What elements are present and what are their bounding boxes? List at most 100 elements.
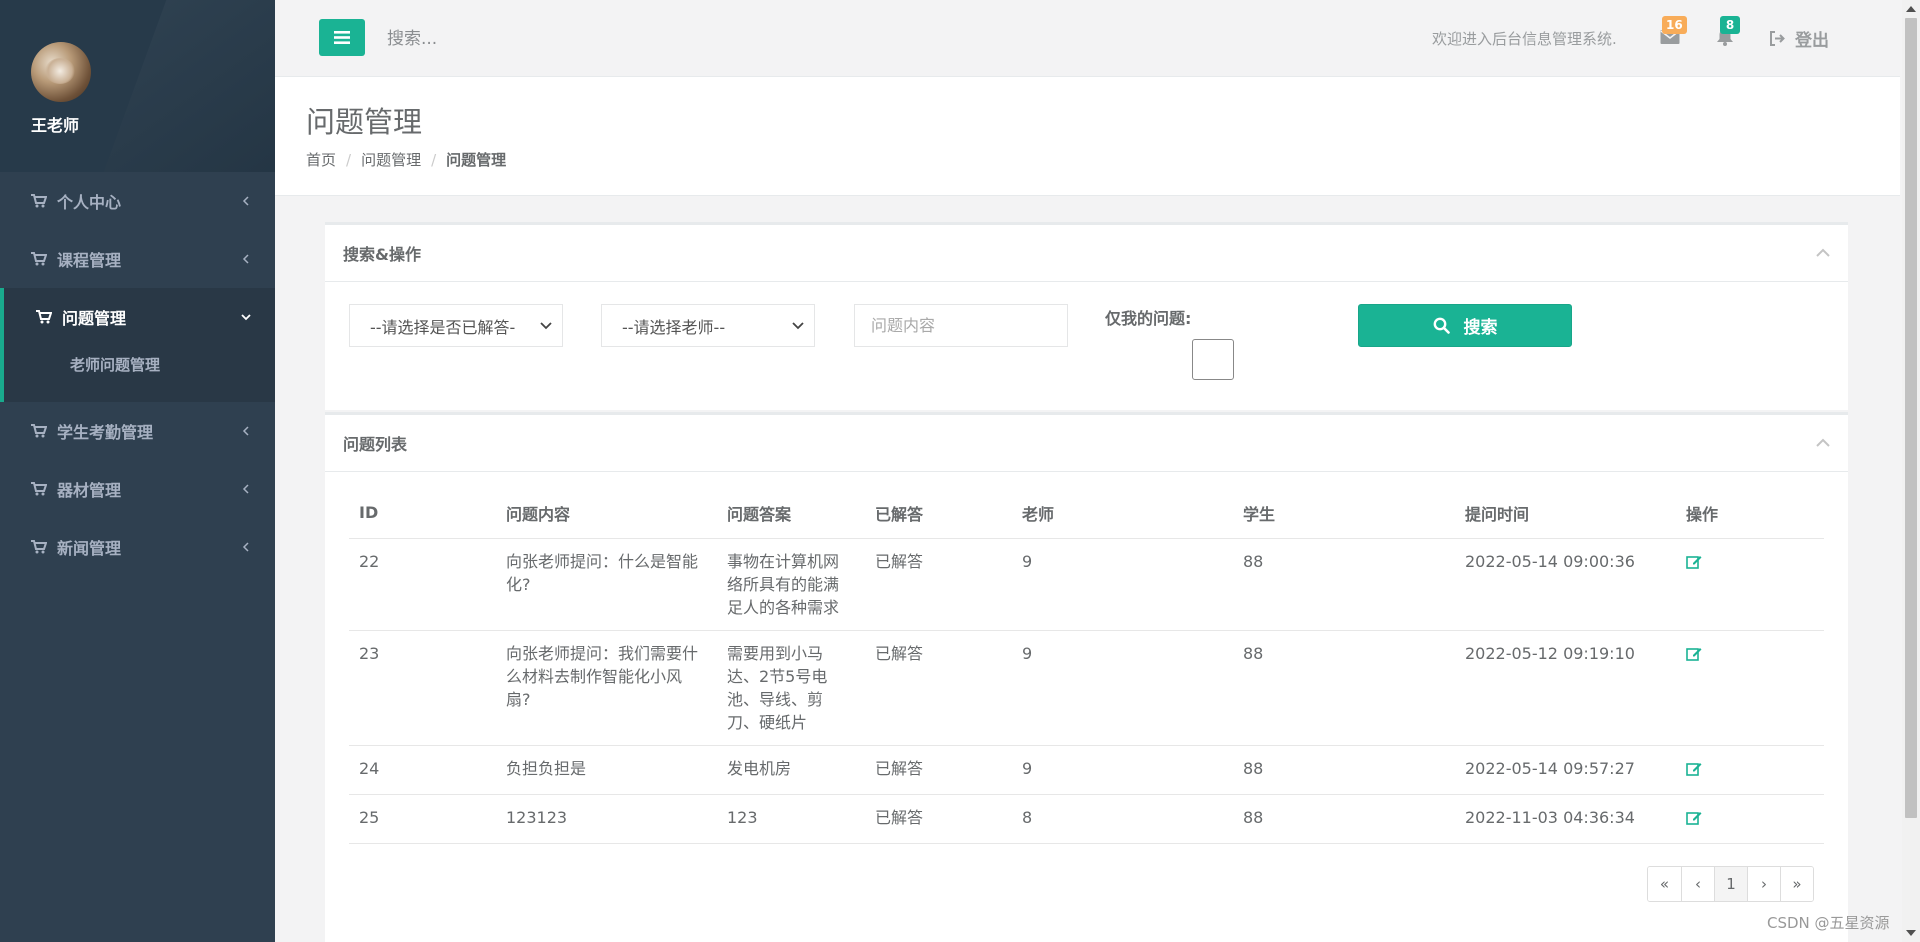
pagination-first[interactable]: «	[1648, 867, 1681, 901]
cell-answer-wrap: 事物在计算机网络所具有的能满足人的各种需求	[717, 538, 865, 631]
pagination-prev[interactable]: ‹	[1681, 867, 1714, 901]
question-list-panel: 问题列表 ID 问题内容 问题答案 已解答 老师 学生 提问时间 操作 22 向…	[325, 412, 1848, 942]
cart-icon	[31, 424, 47, 438]
pagination-page-1[interactable]: 1	[1714, 867, 1747, 901]
cell-time: 2022-11-03 04:36:34	[1455, 794, 1676, 844]
sign-out-icon	[1770, 31, 1785, 46]
cell-actions	[1676, 630, 1824, 746]
teacher-filter-select[interactable]: --请选择老师--	[601, 304, 815, 347]
top-search-input[interactable]	[387, 24, 787, 54]
page-title: 问题管理	[306, 105, 423, 139]
sidebar-item-personal-center[interactable]: 个人中心	[0, 172, 275, 230]
search-panel-title: 搜索&操作	[343, 245, 421, 264]
chevron-left-icon	[242, 196, 249, 206]
cell-question-wrap: 负担负担是	[496, 745, 717, 795]
sidebar-item-course-management[interactable]: 课程管理	[0, 230, 275, 288]
sidebar: 王老师 个人中心 课程管理 问题管理 老师问题管理 学生考勤管理 器材管理 新闻…	[0, 0, 275, 942]
search-button[interactable]: 搜索	[1358, 304, 1572, 347]
question-content-input[interactable]	[854, 304, 1068, 347]
sidebar-item-attendance-management[interactable]: 学生考勤管理	[0, 402, 275, 460]
list-panel-title: 问题列表	[343, 435, 408, 454]
sidebar-toggle-button[interactable]	[319, 19, 365, 56]
edit-icon[interactable]	[1686, 761, 1702, 777]
cell-question-wrap: 向张老师提问：什么是智能化?	[496, 538, 717, 631]
scrollbar-thumb[interactable]	[1905, 18, 1917, 818]
vertical-scrollbar[interactable]	[1902, 0, 1920, 942]
scroll-up-arrow-icon[interactable]	[1906, 5, 1916, 13]
cell-student: 88	[1233, 794, 1455, 844]
column-header-id[interactable]: ID	[349, 488, 496, 539]
pagination-next[interactable]: ›	[1747, 867, 1780, 901]
sidebar-item-label: 器材管理	[57, 481, 122, 500]
breadcrumb-separator: /	[346, 150, 352, 169]
breadcrumb-home[interactable]: 首页	[306, 149, 336, 170]
cell-question-wrap: 向张老师提问：我们需要什么材料去制作智能化小风扇?	[496, 630, 717, 746]
column-header-time[interactable]: 提问时间	[1455, 488, 1676, 539]
table-row: 23 向张老师提问：我们需要什么材料去制作智能化小风扇? 需要用到小马达、2节5…	[349, 630, 1824, 746]
only-mine-checkbox[interactable]	[1192, 339, 1234, 380]
cell-answered: 已解答	[865, 794, 1012, 844]
sidebar-item-label: 学生考勤管理	[57, 423, 154, 442]
cell-time: 2022-05-14 09:00:36	[1455, 538, 1676, 631]
breadcrumb: 首页 / 问题管理 / 问题管理	[306, 149, 506, 170]
cell-teacher: 8	[1012, 794, 1233, 844]
cell-id: 25	[349, 794, 496, 844]
cell-id: 24	[349, 745, 496, 795]
edit-icon[interactable]	[1686, 554, 1702, 570]
cell-id: 23	[349, 630, 496, 746]
logout-button[interactable]: 登出	[1769, 26, 1829, 51]
page-heading: 问题管理 首页 / 问题管理 / 问题管理	[275, 77, 1900, 196]
table-header-row: ID 问题内容 问题答案 已解答 老师 学生 提问时间 操作	[349, 488, 1824, 539]
sidebar-subitem-label: 老师问题管理	[70, 356, 161, 374]
sidebar-item-equipment-management[interactable]: 器材管理	[0, 460, 275, 518]
cell-actions	[1676, 538, 1824, 631]
search-icon	[1433, 317, 1450, 334]
answered-filter-select[interactable]: --请选择是否已解答-	[349, 304, 563, 347]
cell-answer-wrap: 需要用到小马达、2节5号电池、导线、剪刀、硬纸片	[717, 630, 865, 746]
column-header-student[interactable]: 学生	[1233, 488, 1455, 539]
chevron-down-icon	[241, 314, 251, 321]
edit-icon[interactable]	[1686, 646, 1702, 662]
sidebar-item-label: 新闻管理	[57, 539, 122, 558]
cell-time: 2022-05-12 09:19:10	[1455, 630, 1676, 746]
table-row: 25 123123 123 已解答 8 88 2022-11-03 04:36:…	[349, 794, 1824, 844]
column-header-answer[interactable]: 问题答案	[717, 488, 865, 539]
cell-answered: 已解答	[865, 630, 1012, 746]
logout-label: 登出	[1795, 31, 1829, 51]
only-mine-label: 仅我的问题:	[1105, 309, 1192, 328]
column-header-answered[interactable]: 已解答	[865, 488, 1012, 539]
cell-student: 88	[1233, 538, 1455, 631]
cell-question-wrap: 123123	[496, 794, 717, 844]
search-panel-header: 搜索&操作	[325, 225, 1848, 282]
welcome-message: 欢迎进入后台信息管理系统.	[1432, 30, 1617, 48]
column-header-teacher[interactable]: 老师	[1012, 488, 1233, 539]
cell-answered: 已解答	[865, 538, 1012, 631]
pagination-last[interactable]: »	[1780, 867, 1813, 901]
profile-name[interactable]: 王老师	[31, 112, 275, 136]
edit-icon[interactable]	[1686, 810, 1702, 826]
sidebar-item-news-management[interactable]: 新闻管理	[0, 518, 275, 576]
chevron-down-icon	[540, 321, 552, 329]
cell-question: 负担负担是	[506, 758, 587, 778]
menu-icon	[334, 31, 350, 44]
chevron-up-icon[interactable]	[1816, 438, 1830, 448]
search-button-label: 搜索	[1463, 318, 1498, 338]
scroll-down-arrow-icon[interactable]	[1906, 929, 1916, 937]
chevron-up-icon[interactable]	[1816, 248, 1830, 258]
answered-filter-value: --请选择是否已解答-	[370, 317, 516, 337]
chevron-down-icon	[792, 321, 804, 329]
breadcrumb-separator: /	[431, 150, 437, 169]
cell-actions	[1676, 745, 1824, 795]
breadcrumb-question-management[interactable]: 问题管理	[361, 149, 421, 170]
cell-answered: 已解答	[865, 745, 1012, 795]
avatar[interactable]	[31, 42, 91, 102]
sidebar-item-question-management[interactable]: 问题管理	[0, 288, 275, 346]
sidebar-item-label: 问题管理	[62, 309, 127, 328]
table-row: 22 向张老师提问：什么是智能化? 事物在计算机网络所具有的能满足人的各种需求 …	[349, 538, 1824, 631]
sidebar-subitem-teacher-questions[interactable]: 老师问题管理	[0, 346, 275, 402]
column-header-question[interactable]: 问题内容	[496, 488, 717, 539]
cell-teacher: 9	[1012, 745, 1233, 795]
cell-time: 2022-05-14 09:57:27	[1455, 745, 1676, 795]
list-panel-header: 问题列表	[325, 415, 1848, 472]
cell-answer: 需要用到小马达、2节5号电池、导线、剪刀、硬纸片	[727, 643, 828, 732]
